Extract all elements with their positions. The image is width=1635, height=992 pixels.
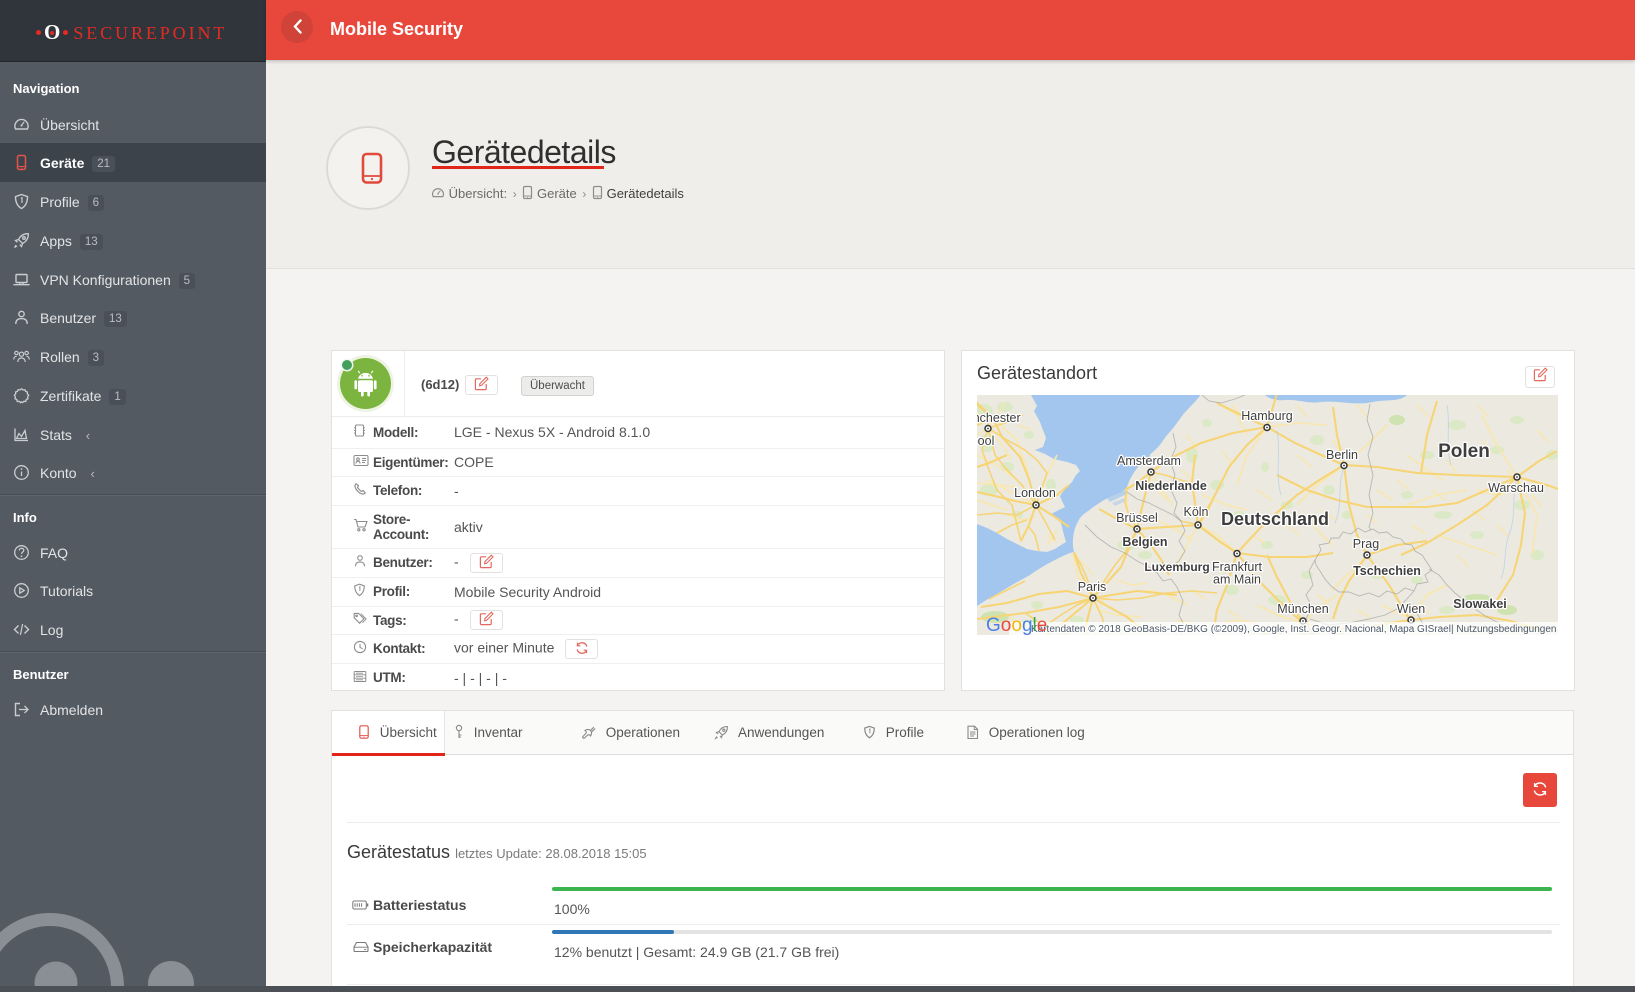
svg-text:am Main: am Main xyxy=(1213,573,1261,587)
svg-text:Wien: Wien xyxy=(1397,602,1426,616)
svg-text:Slowakei: Slowakei xyxy=(1453,597,1507,611)
svg-text:Brüssel: Brüssel xyxy=(1116,511,1158,525)
svg-text:Luxemburg: Luxemburg xyxy=(1144,560,1209,574)
svg-text:Hamburg: Hamburg xyxy=(1241,409,1292,423)
svg-text:Tschechien: Tschechien xyxy=(1353,564,1421,578)
svg-text:Köln: Köln xyxy=(1183,505,1208,519)
svg-text:| Nutzungsbedingungen: | Nutzungsbedingungen xyxy=(1451,624,1556,635)
svg-text:Prag: Prag xyxy=(1353,537,1379,551)
svg-text:Belgien: Belgien xyxy=(1122,535,1167,549)
svg-text:München: München xyxy=(1277,602,1328,616)
svg-text:Berlin: Berlin xyxy=(1326,448,1358,462)
svg-text:Polen: Polen xyxy=(1438,441,1490,462)
svg-text:Paris: Paris xyxy=(1078,580,1106,594)
svg-text:Liverpool: Liverpool xyxy=(977,434,994,448)
svg-text:Amsterdam: Amsterdam xyxy=(1117,454,1181,468)
svg-text:Kartendaten © 2018 GeoBasis-DE: Kartendaten © 2018 GeoBasis-DE/BKG (©200… xyxy=(1031,624,1451,635)
svg-text:London: London xyxy=(1014,486,1056,500)
svg-text:Deutschland: Deutschland xyxy=(1221,509,1329,529)
svg-text:Manchester: Manchester xyxy=(977,411,1021,425)
svg-text:Warschau: Warschau xyxy=(1488,481,1544,495)
svg-text:Google: Google xyxy=(986,615,1047,635)
svg-text:Niederlande: Niederlande xyxy=(1135,479,1207,493)
